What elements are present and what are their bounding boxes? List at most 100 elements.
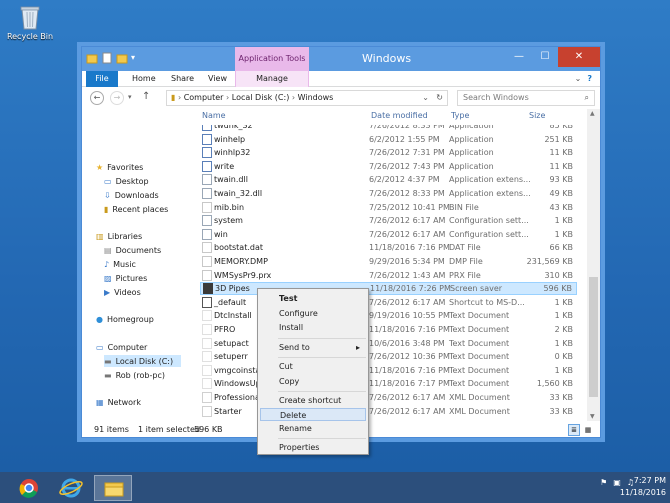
tab-home[interactable]: Home (124, 71, 164, 87)
file-row[interactable]: win 7/26/2012 6:17 AM Configuration sett..… (200, 228, 577, 241)
scroll-down-arrow-icon[interactable]: ▼ (590, 413, 595, 420)
file-name: PFRO (214, 325, 236, 334)
file-name: win (214, 229, 228, 239)
search-icon[interactable]: ⌕ (585, 91, 589, 105)
file-row[interactable]: write 7/26/2012 7:43 PM Application 11 KB (200, 160, 577, 173)
tab-share[interactable]: Share (163, 71, 202, 87)
tab-view[interactable]: View (200, 71, 235, 87)
menu-item-create-shortcut[interactable]: Create shortcut (260, 394, 366, 407)
nav-favorites[interactable]: ★ Favorites (96, 161, 143, 173)
up-arrow-icon[interactable]: ↑ (142, 91, 150, 102)
column-header-type[interactable]: Type (451, 111, 469, 123)
customize-toolbar-chevron-icon[interactable]: ▾ (131, 52, 143, 64)
nav-rob-pc[interactable]: ▬ Rob (rob-pc) (104, 369, 165, 381)
tab-manage[interactable]: Manage (235, 71, 309, 87)
forward-button[interactable]: → (110, 91, 124, 105)
file-date: 9/19/2016 10:55 PM (369, 311, 450, 321)
file-row[interactable]: mib.bin 7/25/2012 10:41 PM BIN File 43 KB (200, 201, 577, 214)
file-icon (202, 147, 212, 159)
menu-item-properties[interactable]: Properties (260, 441, 366, 454)
clock[interactable]: 7:27 PM 11/18/2016 (620, 475, 666, 499)
menu-item-configure[interactable]: Configure (260, 307, 366, 320)
file-icon (202, 296, 212, 308)
menu-item-send-to[interactable]: Send to ▸ (260, 341, 366, 354)
maximize-button[interactable]: ☐ (532, 47, 558, 67)
menu-item-copy[interactable]: Copy (260, 375, 366, 388)
search-input[interactable]: Search Windows ⌕ (457, 90, 595, 106)
close-button[interactable]: ✕ (558, 47, 600, 67)
recent-locations-chevron-icon[interactable]: ▾ (128, 93, 132, 101)
menu-item-install[interactable]: Install (260, 321, 366, 334)
taskbar-explorer-button[interactable] (94, 475, 132, 501)
file-row[interactable]: MEMORY.DMP 9/29/2016 5:34 PM DMP File 231,5… (200, 255, 577, 268)
back-button[interactable]: ← (90, 91, 104, 105)
file-row[interactable]: twunk_32 7/26/2012 8:33 PM Application 85 K… (200, 125, 577, 132)
file-row[interactable]: twain.dll 6/2/2012 4:37 PM Application ext… (200, 173, 577, 186)
taskbar-chrome-button[interactable] (10, 475, 48, 501)
nav-pictures[interactable]: ▨ Pictures (104, 272, 147, 284)
taskbar-ie-button[interactable] (52, 475, 90, 501)
file-size: 1 KB (554, 216, 573, 226)
file-size: 1 KB (554, 338, 573, 348)
file-type: Text Document (449, 338, 510, 348)
menu-item-delete[interactable]: Delete (260, 408, 366, 421)
expand-ribbon-icon[interactable]: ⌄ (575, 74, 582, 83)
nav-documents[interactable]: ▤ Documents (104, 244, 161, 256)
properties-icon[interactable] (101, 52, 113, 64)
refresh-icon[interactable]: ↻ (436, 91, 443, 105)
address-field[interactable]: ▮ › Computer › Local Disk (C:) › Windows… (166, 90, 448, 106)
menu-item-cut[interactable]: Cut (260, 360, 366, 373)
breadcrumb-windows[interactable]: Windows (298, 93, 334, 102)
title-bar[interactable]: ▾ Application Tools Windows — ☐ ✕ (82, 47, 600, 71)
details-view-icon[interactable]: ≣ (568, 424, 580, 436)
file-icon (202, 256, 212, 267)
file-icon (202, 324, 212, 335)
nav-libraries[interactable]: ▥ Libraries (96, 230, 142, 242)
tab-file[interactable]: File (86, 71, 118, 87)
nav-homegroup[interactable]: ● Homegroup (96, 313, 154, 325)
minimize-button[interactable]: — (506, 47, 532, 67)
file-row[interactable]: twain_32.dll 7/26/2012 8:33 PM Application… (200, 187, 577, 200)
folder-icon (86, 52, 98, 64)
recycle-bin-shortcut[interactable]: Recycle Bin (4, 4, 56, 52)
file-size: 66 KB (549, 243, 573, 253)
file-type: Application (449, 148, 494, 158)
window-title: Windows (362, 52, 412, 65)
breadcrumb-local-disk[interactable]: Local Disk (C:) (232, 93, 290, 102)
file-name: twunk_32 (214, 125, 253, 130)
vertical-scrollbar[interactable]: ▲ ▼ (587, 109, 600, 421)
file-type: Text Document (449, 325, 510, 334)
scroll-up-arrow-icon[interactable]: ▲ (590, 110, 595, 117)
nav-downloads[interactable]: ⇩ Downloads (104, 189, 159, 201)
scrollbar-thumb[interactable] (589, 277, 598, 397)
file-size: 93 KB (549, 175, 573, 185)
file-row[interactable]: winhelp 6/2/2012 1:55 PM Application 251 KB (200, 133, 577, 146)
nav-computer[interactable]: ▭ Computer (96, 341, 147, 353)
column-header-date[interactable]: Date modified (371, 111, 428, 123)
address-dropdown-icon[interactable]: ⌄ (422, 91, 429, 105)
navigation-pane: ★ Favorites ▭ Desktop ⇩ Downloads ▮ Recent p… (82, 109, 196, 421)
large-icons-view-icon[interactable]: ▦ (582, 424, 594, 436)
file-row[interactable]: winhlp32 7/26/2012 7:31 PM Application 11 K… (200, 146, 577, 159)
nav-desktop[interactable]: ▭ Desktop (104, 175, 149, 187)
computer-icon: ▭ (96, 342, 104, 352)
breadcrumb-computer[interactable]: Computer (184, 93, 224, 102)
column-header-size[interactable]: Size (529, 111, 545, 123)
menu-item-rename[interactable]: Rename (260, 422, 366, 435)
file-date: 6/2/2012 1:55 PM (369, 134, 440, 144)
nav-network[interactable]: ▦ Network (96, 396, 141, 408)
file-row[interactable]: system 7/26/2012 6:17 AM Configuration set… (200, 214, 577, 227)
new-folder-icon[interactable] (116, 52, 128, 64)
action-center-flag-icon[interactable]: ⚑ (600, 478, 607, 487)
column-header-name[interactable]: Name (202, 111, 226, 123)
file-size: 1 KB (554, 297, 573, 307)
nav-local-disk[interactable]: ▬ Local Disk (C:) (104, 355, 182, 367)
nav-recent-places[interactable]: ▮ Recent places (104, 203, 168, 215)
help-icon[interactable]: ? (587, 74, 592, 83)
file-row[interactable]: bootstat.dat 11/18/2016 7:16 PM DAT File 66… (200, 241, 577, 254)
menu-item-test[interactable]: Test (260, 292, 366, 305)
nav-videos[interactable]: ▶ Videos (104, 286, 141, 298)
nav-music[interactable]: ♪ Music (104, 258, 136, 270)
file-row[interactable]: WMSysPr9.prx 7/26/2012 1:43 AM PRX File 310… (200, 269, 577, 282)
file-date: 7/26/2012 8:33 PM (369, 125, 445, 130)
